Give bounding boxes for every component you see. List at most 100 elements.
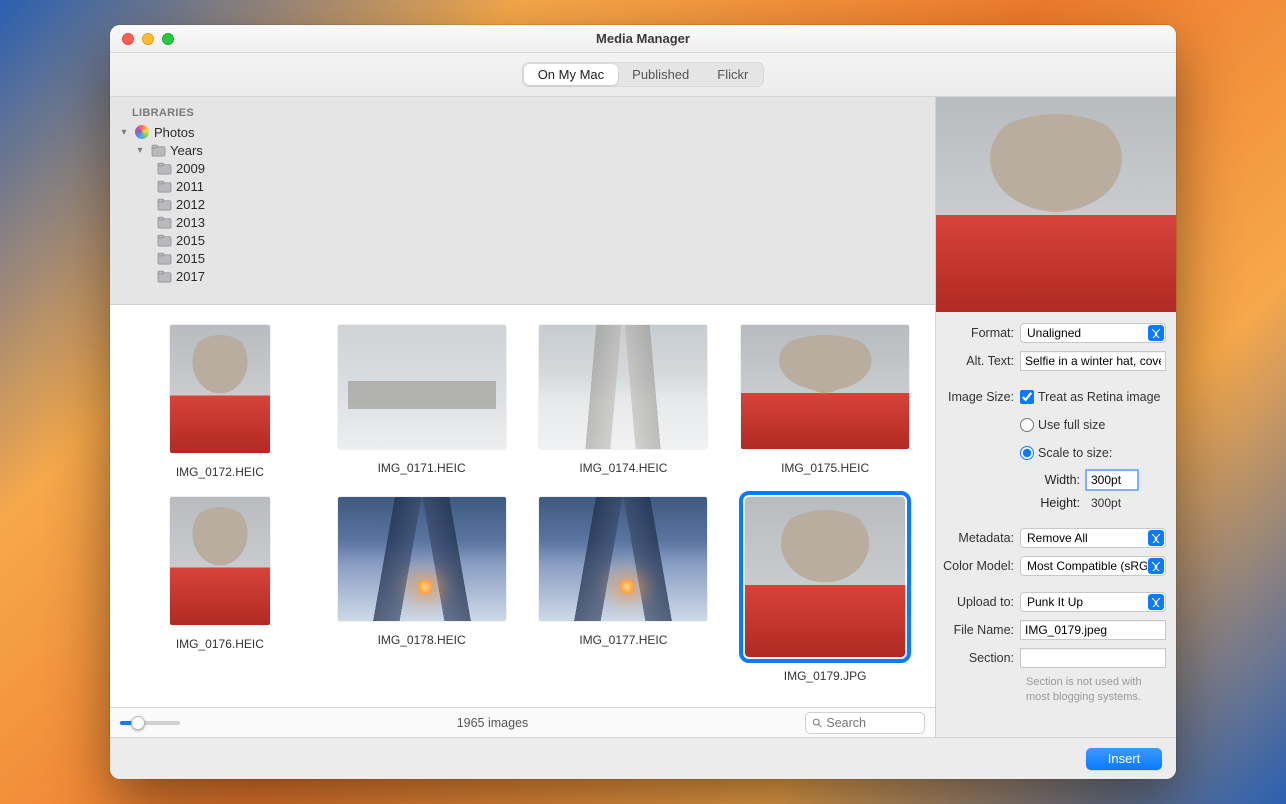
library-year-label: 2015 bbox=[176, 251, 205, 266]
alt-text-label: Alt. Text: bbox=[938, 354, 1020, 368]
thumbnail-item[interactable]: IMG_0175.HEIC bbox=[733, 325, 917, 479]
thumbnail-image[interactable] bbox=[338, 497, 506, 621]
thumbnail-filename: IMG_0179.JPG bbox=[733, 669, 917, 683]
library-sidebar[interactable]: LIBRARIES ▾ Photos ▾ Years 2009 20112012 2… bbox=[110, 97, 935, 305]
thumbnail-image[interactable] bbox=[539, 497, 707, 621]
library-header: LIBRARIES bbox=[110, 103, 935, 123]
thumbnail-filename: IMG_0178.HEIC bbox=[330, 633, 514, 647]
metadata-select[interactable]: Remove All bbox=[1020, 528, 1166, 548]
filename-input[interactable] bbox=[1020, 620, 1166, 640]
library-year-row[interactable]: 2013 bbox=[110, 213, 935, 231]
color-model-select[interactable]: Most Compatible (sRGB) bbox=[1020, 556, 1166, 576]
folder-icon bbox=[156, 178, 172, 194]
thumbnail-item[interactable]: IMG_0177.HEIC bbox=[532, 497, 716, 683]
library-year-row[interactable]: 2017 bbox=[110, 267, 935, 285]
height-value: 300pt bbox=[1086, 493, 1138, 513]
library-year-label: 2017 bbox=[176, 269, 205, 284]
folder-icon bbox=[156, 268, 172, 284]
thumbnail-item[interactable]: IMG_0179.JPG bbox=[733, 497, 917, 683]
folder-icon bbox=[150, 142, 166, 158]
library-year-row[interactable]: 2015 bbox=[110, 231, 935, 249]
scope-toolbar: On My MacPublishedFlickr bbox=[110, 53, 1176, 97]
titlebar: Media Manager bbox=[110, 25, 1176, 53]
thumbnail-filename: IMG_0172.HEIC bbox=[128, 465, 312, 479]
image-count-label: 1965 images bbox=[190, 716, 795, 730]
folder-icon bbox=[156, 214, 172, 230]
thumbnail-item[interactable]: IMG_0174.HEIC bbox=[532, 325, 716, 479]
main-column: LIBRARIES ▾ Photos ▾ Years 2009 20112012 2… bbox=[110, 97, 936, 737]
retina-checkbox-label: Treat as Retina image bbox=[1038, 390, 1161, 404]
library-year-label: 2011 bbox=[176, 179, 204, 194]
upload-to-select[interactable]: Punk It Up bbox=[1020, 592, 1166, 612]
scope-tab-published[interactable]: Published bbox=[618, 64, 703, 85]
folder-icon bbox=[156, 232, 172, 248]
library-years-row[interactable]: ▾ Years bbox=[110, 141, 935, 159]
library-year-label: 2015 bbox=[176, 233, 205, 248]
thumbnail-filename: IMG_0175.HEIC bbox=[733, 461, 917, 475]
scale-size-radio-label: Scale to size: bbox=[1038, 446, 1112, 460]
thumbnails-scroll[interactable]: IMG_0172.HEIC IMG_0171.HEIC IMG_0174.HEIC I… bbox=[110, 305, 935, 707]
thumbnail-filename: IMG_0174.HEIC bbox=[532, 461, 716, 475]
scope-segmented-control: On My MacPublishedFlickr bbox=[522, 62, 765, 87]
grid-status-bar: 1965 images bbox=[110, 707, 935, 737]
section-note: Section is not used with most blogging s… bbox=[938, 675, 1166, 705]
width-label: Width: bbox=[1038, 473, 1080, 487]
photos-app-icon bbox=[134, 124, 150, 140]
scale-size-radio[interactable] bbox=[1020, 446, 1034, 460]
width-input[interactable] bbox=[1086, 470, 1138, 490]
scope-tab-flickr[interactable]: Flickr bbox=[703, 64, 762, 85]
image-size-label: Image Size: bbox=[938, 390, 1020, 404]
library-year-label: 2013 bbox=[176, 215, 205, 230]
thumbnail-image[interactable] bbox=[539, 325, 707, 449]
content-area: LIBRARIES ▾ Photos ▾ Years 2009 20112012 2… bbox=[110, 97, 1176, 737]
metadata-label: Metadata: bbox=[938, 531, 1020, 545]
insert-button[interactable]: Insert bbox=[1086, 748, 1162, 770]
full-size-radio[interactable] bbox=[1020, 418, 1034, 432]
library-photos-label: Photos bbox=[154, 125, 194, 140]
format-label: Format: bbox=[938, 326, 1020, 340]
thumbnail-item[interactable]: IMG_0176.HEIC bbox=[128, 497, 312, 683]
thumbnail-image[interactable] bbox=[745, 497, 905, 657]
window-title: Media Manager bbox=[110, 31, 1176, 46]
preview-image-content bbox=[936, 97, 1176, 312]
footer: Insert bbox=[110, 737, 1176, 779]
thumbnail-item[interactable]: IMG_0172.HEIC bbox=[128, 325, 312, 479]
color-model-label: Color Model: bbox=[938, 559, 1020, 573]
height-label: Height: bbox=[1038, 496, 1080, 510]
thumbnail-filename: IMG_0177.HEIC bbox=[532, 633, 716, 647]
library-years-label: Years bbox=[170, 143, 203, 158]
library-year-row[interactable]: 2015 bbox=[110, 249, 935, 267]
alt-text-input[interactable] bbox=[1020, 351, 1166, 371]
search-field[interactable] bbox=[805, 712, 925, 734]
section-input[interactable] bbox=[1020, 648, 1166, 668]
thumbnail-image[interactable] bbox=[741, 325, 909, 449]
preview-image bbox=[936, 97, 1176, 312]
thumbnail-zoom-slider[interactable] bbox=[120, 721, 180, 725]
section-label: Section: bbox=[938, 651, 1020, 665]
thumbnail-image[interactable] bbox=[170, 325, 270, 453]
disclosure-triangle-icon[interactable]: ▾ bbox=[134, 144, 146, 156]
search-icon bbox=[812, 717, 822, 729]
thumbnail-item[interactable]: IMG_0178.HEIC bbox=[330, 497, 514, 683]
media-manager-window: Media Manager On My MacPublishedFlickr L… bbox=[110, 25, 1176, 779]
library-year-row[interactable]: 2011 bbox=[110, 177, 935, 195]
library-year-row[interactable]: 2009 bbox=[110, 159, 935, 177]
thumbnail-filename: IMG_0176.HEIC bbox=[128, 637, 312, 651]
folder-icon bbox=[156, 160, 172, 176]
thumbnail-filename: IMG_0171.HEIC bbox=[330, 461, 514, 475]
thumbnail-image[interactable] bbox=[338, 325, 506, 449]
retina-checkbox[interactable] bbox=[1020, 390, 1034, 404]
filename-label: File Name: bbox=[938, 623, 1020, 637]
thumbnail-item[interactable]: IMG_0171.HEIC bbox=[330, 325, 514, 479]
format-select[interactable]: Unaligned bbox=[1020, 323, 1166, 343]
inspector-panel: Format: Unaligned Alt. Text: Image Size: bbox=[936, 97, 1176, 737]
thumbnails-grid: IMG_0172.HEIC IMG_0171.HEIC IMG_0174.HEIC I… bbox=[110, 305, 935, 695]
disclosure-triangle-icon[interactable]: ▾ bbox=[118, 126, 130, 138]
search-input[interactable] bbox=[826, 716, 918, 730]
library-year-row[interactable]: 2012 bbox=[110, 195, 935, 213]
scope-tab-on-my-mac[interactable]: On My Mac bbox=[524, 64, 618, 85]
library-year-label: 2009 bbox=[176, 161, 205, 176]
thumbnail-image[interactable] bbox=[170, 497, 270, 625]
full-size-radio-label: Use full size bbox=[1038, 418, 1105, 432]
library-photos-row[interactable]: ▾ Photos bbox=[110, 123, 935, 141]
